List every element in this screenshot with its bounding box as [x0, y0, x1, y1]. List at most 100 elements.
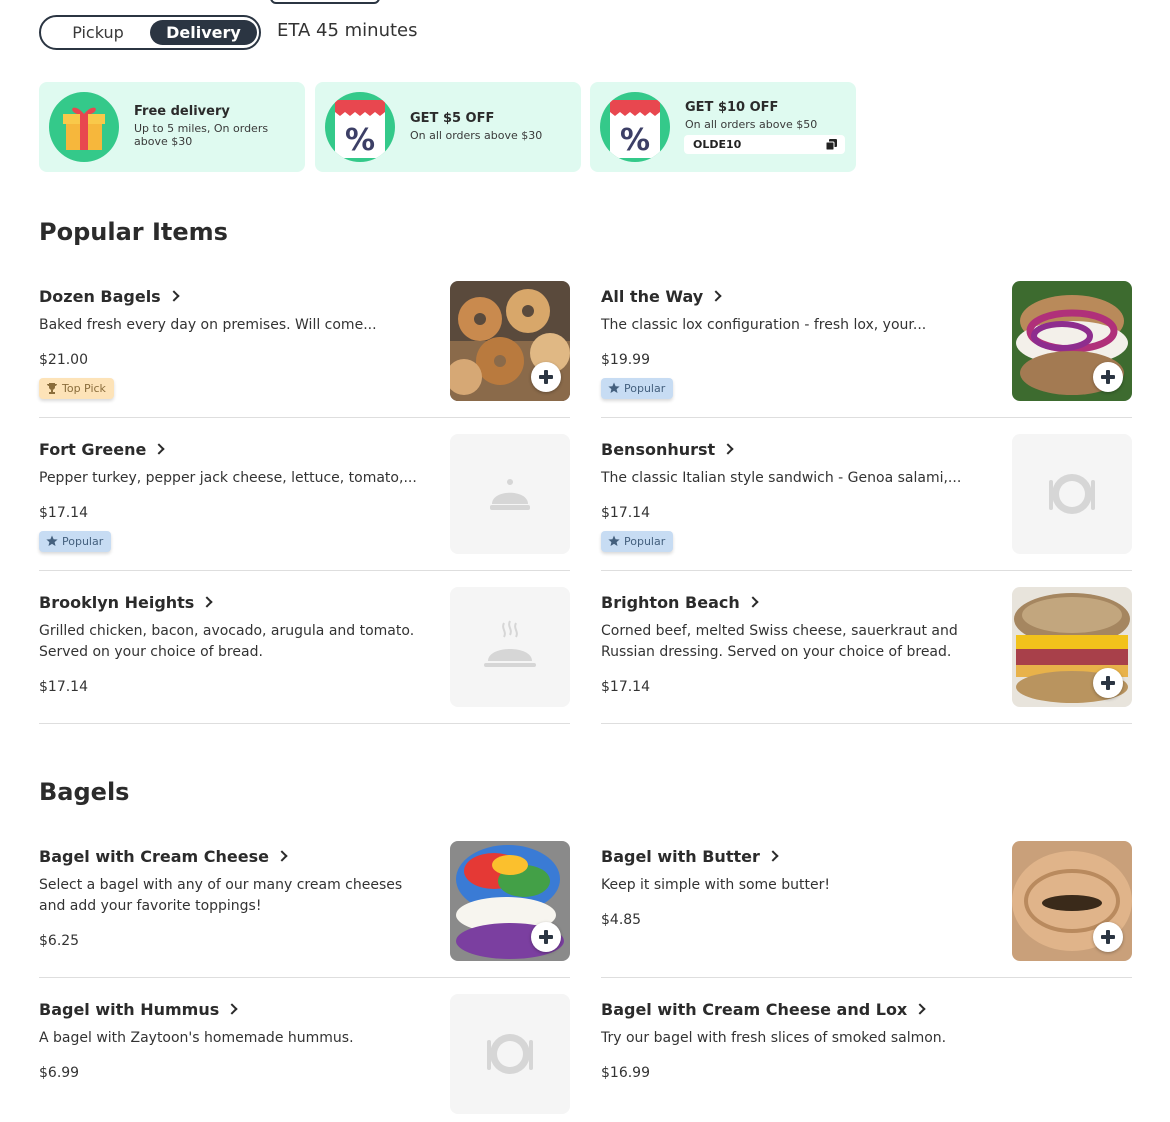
percent-discount-icon: % — [600, 92, 670, 162]
chevron-right-icon — [201, 596, 213, 608]
item-price: $21.00 — [39, 352, 88, 368]
item-description: Select a bagel with any of our many crea… — [39, 877, 403, 914]
popular-badge: Popular — [601, 378, 674, 399]
chevron-right-icon — [276, 850, 288, 862]
plate-placeholder-icon — [487, 1034, 533, 1074]
add-to-cart-button[interactable] — [531, 362, 561, 392]
item-price: $4.85 — [601, 912, 642, 928]
item-name: Bagel with Hummus — [39, 1000, 238, 1019]
item-image-placeholder[interactable] — [450, 434, 570, 554]
item-photo[interactable] — [1012, 587, 1132, 707]
item-name: All the Way — [601, 287, 722, 306]
chevron-right-icon — [767, 850, 779, 862]
top-pick-badge: Top Pick — [39, 378, 114, 399]
menu-item[interactable]: Bagel with Cream Cheese Select a bagel w… — [39, 841, 570, 978]
item-description: The classic lox configuration - fresh lo… — [601, 317, 927, 333]
star-icon — [608, 535, 620, 546]
item-name: Bagel with Cream Cheese and Lox — [601, 1000, 926, 1019]
svg-text:%: % — [345, 123, 375, 158]
item-description: Corned beef, melted Swiss cheese, sauerk… — [601, 623, 958, 660]
chevron-right-icon — [710, 290, 722, 302]
popular-badge: Popular — [601, 531, 674, 552]
star-icon — [46, 535, 58, 546]
offer-subtitle: On all orders above $50 — [685, 118, 818, 131]
eta-text: ETA 45 minutes — [277, 20, 418, 41]
item-image-placeholder[interactable] — [450, 994, 570, 1114]
offer-card-10-off[interactable]: % GET $10 OFF On all orders above $50 OL… — [590, 82, 856, 172]
item-name: Bensonhurst — [601, 440, 734, 459]
chevron-right-icon — [226, 1003, 238, 1015]
pickup-option[interactable]: Pickup — [45, 20, 151, 45]
item-description: Pepper turkey, pepper jack cheese, lettu… — [39, 470, 417, 486]
item-price: $16.99 — [601, 1065, 650, 1081]
chevron-right-icon — [153, 443, 166, 455]
menu-item[interactable]: Bagel with Hummus A bagel with Zaytoon's… — [39, 994, 570, 1122]
item-description: Keep it simple with some butter! — [601, 877, 830, 893]
add-to-cart-button[interactable] — [1093, 922, 1123, 952]
offer-card-free-delivery[interactable]: Free delivery Up to 5 miles, On orders a… — [39, 82, 305, 172]
order-mode-toggle[interactable]: Pickup Delivery — [39, 15, 261, 50]
delivery-option[interactable]: Delivery — [150, 20, 257, 45]
coupon-code: OLDE10 — [693, 138, 742, 151]
menu-item[interactable]: Bagel with Butter Keep it simple with so… — [601, 841, 1132, 978]
menu-item[interactable]: Bagel with Cream Cheese and Lox Try our … — [601, 994, 1132, 1122]
item-photo[interactable] — [1012, 841, 1132, 961]
item-price: $17.14 — [601, 505, 650, 521]
menu-item[interactable]: Bensonhurst The classic Italian style sa… — [601, 434, 1132, 571]
copy-icon[interactable] — [826, 139, 837, 150]
item-name: Brooklyn Heights — [39, 593, 213, 612]
offer-title: GET $10 OFF — [685, 100, 779, 115]
trophy-icon — [47, 383, 57, 394]
section-title-popular-items: Popular Items — [39, 218, 228, 246]
offer-title: GET $5 OFF — [410, 111, 495, 126]
chevron-right-icon — [722, 443, 734, 455]
item-price: $17.14 — [39, 679, 88, 695]
menu-item[interactable]: All the Way The classic lox configuratio… — [601, 281, 1132, 418]
add-to-cart-button[interactable] — [1093, 362, 1123, 392]
item-photo[interactable] — [1012, 281, 1132, 401]
offer-card-5-off[interactable]: % GET $5 OFF On all orders above $30 — [315, 82, 581, 172]
chevron-right-icon — [168, 290, 180, 302]
offer-title: Free delivery — [134, 104, 230, 119]
steaming-dish-placeholder-icon — [484, 620, 536, 667]
item-description: The classic Italian style sandwich - Gen… — [601, 470, 962, 486]
section-title-bagels: Bagels — [39, 778, 130, 806]
item-name: Dozen Bagels — [39, 287, 180, 306]
menu-item[interactable]: Fort Greene Pepper turkey, pepper jack c… — [39, 434, 570, 571]
item-description: Try our bagel with fresh slices of smoke… — [601, 1030, 947, 1046]
item-name: Bagel with Butter — [601, 847, 779, 866]
item-price: $17.14 — [601, 679, 650, 695]
chevron-right-icon — [747, 596, 759, 608]
item-price: $6.25 — [39, 933, 80, 949]
offer-subtitle: On all orders above $30 — [410, 129, 543, 142]
item-name: Bagel with Cream Cheese — [39, 847, 288, 866]
menu-item[interactable]: Dozen Bagels Baked fresh every day on pr… — [39, 281, 570, 418]
add-to-cart-button[interactable] — [531, 922, 561, 952]
plate-placeholder-icon — [1049, 474, 1095, 514]
item-photo[interactable] — [450, 281, 570, 401]
item-description: Grilled chicken, bacon, avocado, arugula… — [39, 623, 415, 660]
coupon-code-box[interactable]: OLDE10 — [684, 135, 845, 154]
add-to-cart-button[interactable] — [1093, 668, 1123, 698]
gift-icon — [49, 92, 119, 162]
item-image-placeholder[interactable] — [1012, 434, 1132, 554]
svg-text:%: % — [620, 123, 650, 158]
percent-discount-icon: % — [325, 92, 395, 162]
header-tab-remnant — [270, 0, 380, 4]
item-image-placeholder[interactable] — [450, 587, 570, 707]
item-photo[interactable] — [450, 841, 570, 961]
item-description: Baked fresh every day on premises. Will … — [39, 317, 377, 333]
item-name: Brighton Beach — [601, 593, 759, 612]
item-price: $6.99 — [39, 1065, 80, 1081]
offer-subtitle: Up to 5 miles, On orders — [134, 122, 269, 135]
menu-item[interactable]: Brooklyn Heights Grilled chicken, bacon,… — [39, 587, 570, 724]
item-price: $19.99 — [601, 352, 650, 368]
star-icon — [608, 382, 620, 393]
chevron-right-icon — [914, 1003, 926, 1015]
cloche-placeholder-icon — [490, 479, 530, 510]
menu-item[interactable]: Brighton Beach Corned beef, melted Swiss… — [601, 587, 1132, 724]
popular-badge: Popular — [39, 531, 112, 552]
item-description: A bagel with Zaytoon's homemade hummus. — [39, 1030, 354, 1046]
item-name: Fort Greene — [39, 440, 166, 459]
offer-subtitle: above $30 — [134, 135, 193, 148]
